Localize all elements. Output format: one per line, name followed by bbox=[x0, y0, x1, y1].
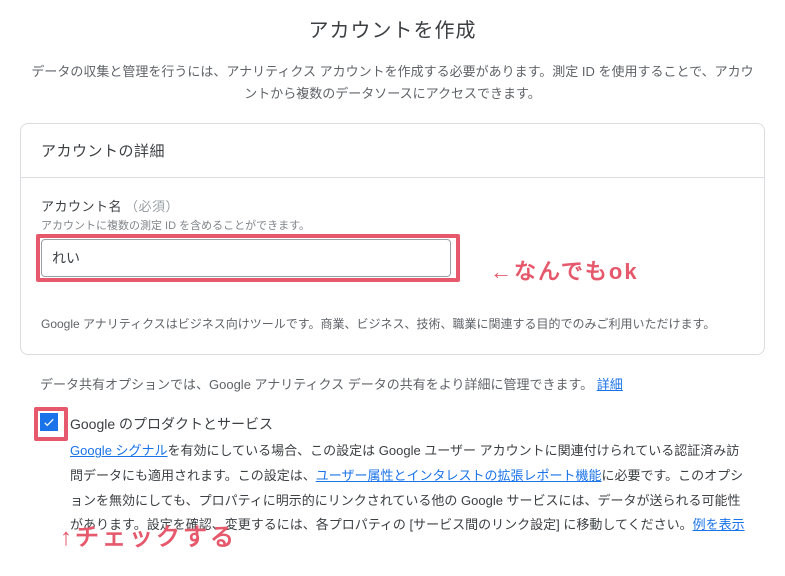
account-footnote: Google アナリティクスはビジネス向けツールです。商業、ビジネス、技術、職業… bbox=[41, 315, 744, 334]
check-icon bbox=[42, 415, 56, 429]
option-description: Google シグナルを有効にしている場合、この設定は Google ユーザー … bbox=[70, 439, 745, 538]
user-attribute-link[interactable]: ユーザー属性とインタレストの拡張レポート機能 bbox=[316, 468, 602, 483]
account-name-label-text: アカウント名 bbox=[41, 199, 122, 214]
account-name-input[interactable] bbox=[41, 239, 451, 277]
page-title: アカウントを作成 bbox=[20, 14, 765, 43]
account-name-label: アカウント名（必須） bbox=[41, 196, 744, 215]
account-name-hint: アカウントに複数の測定 ID を含めることができます。 bbox=[41, 217, 744, 233]
data-sharing-section: データ共有オプションでは、Google アナリティクス データの共有をより詳細に… bbox=[20, 373, 765, 538]
data-sharing-option-row: Google のプロダクトとサービス Google シグナルを有効にしている場合… bbox=[20, 397, 765, 538]
required-indicator: （必須） bbox=[125, 199, 179, 214]
details-link[interactable]: 詳細 bbox=[597, 377, 623, 392]
card-header: アカウントの詳細 bbox=[21, 124, 764, 178]
account-details-card: アカウントの詳細 アカウント名（必須） アカウントに複数の測定 ID を含めるこ… bbox=[20, 123, 765, 355]
option-title: Google のプロダクトとサービス bbox=[70, 411, 745, 438]
data-sharing-intro: データ共有オプションでは、Google アナリティクス データの共有をより詳細に… bbox=[40, 377, 593, 392]
google-signal-link[interactable]: Google シグナル bbox=[70, 443, 168, 458]
show-example-link[interactable]: 例を表示 bbox=[693, 517, 745, 532]
page-subtitle: データの収集と管理を行うには、アナリティクス アカウントを作成する必要があります… bbox=[20, 61, 765, 105]
google-products-checkbox[interactable] bbox=[40, 413, 58, 431]
